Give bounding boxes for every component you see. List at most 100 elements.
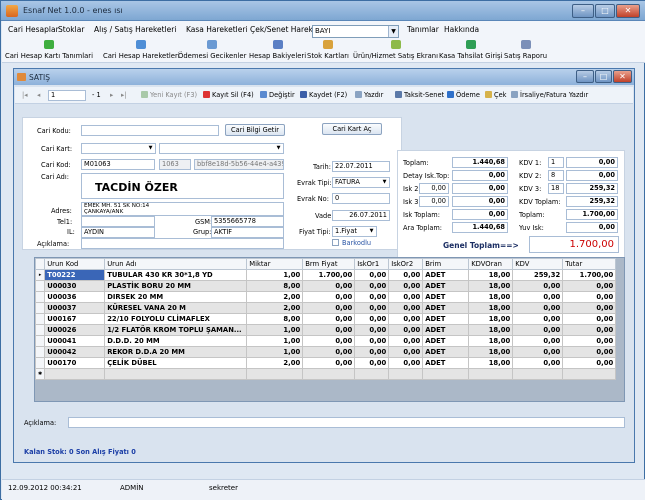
grid-cell[interactable]: 8,00 (246, 313, 304, 325)
grid-cell[interactable]: 0,00 (388, 346, 424, 358)
cari-bilgi-getir-button[interactable]: Cari Bilgi Getir (225, 124, 285, 136)
grid-cell[interactable]: 0,00 (302, 357, 356, 369)
grid-cell[interactable]: U00042 (44, 346, 106, 358)
grid-cell[interactable]: 0,00 (388, 313, 424, 325)
grid-cell[interactable]: 1,00 (246, 324, 304, 336)
menu-tanimlar[interactable]: Tanımlar (407, 25, 439, 34)
grid-header-10[interactable]: Tutar (562, 258, 617, 270)
grid-header-3[interactable]: Miktar (246, 258, 304, 270)
odeme-button[interactable]: Ödeme (447, 91, 480, 99)
table-row[interactable]: U00026 1/2 FLATÖR KROM TOPLU ŞAMAN... 1,00… (34, 324, 617, 336)
grid-cell[interactable]: U00026 (44, 324, 106, 336)
adres-field[interactable]: EMEK MH. 51 SK NO:14 ÇANKAYA/ANK (81, 202, 284, 216)
grid-cell[interactable]: 0,00 (354, 291, 390, 303)
grid-cell[interactable]: 1,00 (246, 335, 304, 347)
grid-cell[interactable] (512, 368, 564, 380)
grid-cell[interactable]: 1/2 FLATÖR KROM TOPLU ŞAMAN... (104, 324, 248, 336)
grid-cell[interactable]: ADET (422, 357, 470, 369)
yazdir-button[interactable]: Yazdır (355, 91, 383, 99)
gsm-field[interactable]: 5355665778 (211, 216, 284, 227)
grid-header-8[interactable]: KDVOran (468, 258, 514, 270)
tb-hesap-bakiyeleri[interactable]: Hesap Bakiyeleri (249, 40, 306, 60)
grid-cell[interactable]: 0,00 (354, 346, 390, 358)
grid-header-0[interactable] (34, 258, 46, 270)
irsaliye-button[interactable]: İrsaliye/Fatura Yazdır (511, 91, 588, 99)
satis-close-button[interactable]: ✕ (613, 70, 632, 83)
grid-cell[interactable]: 2,00 (246, 291, 304, 303)
tb-odemesi-gecikenler[interactable]: Ödemesi Gecikenler (178, 40, 246, 60)
grid-cell[interactable]: 0,00 (562, 291, 617, 303)
grid-cell[interactable]: 0,00 (302, 346, 356, 358)
cari-kodu-input[interactable] (81, 125, 219, 136)
tb-stok-kartlari[interactable]: Stok Kartları (307, 40, 349, 60)
grid-cell[interactable]: 0,00 (354, 280, 390, 292)
grid-cell[interactable] (388, 368, 424, 380)
barkodlu-checkbox[interactable] (332, 239, 339, 246)
kdv2-pct-field[interactable]: 8 (548, 170, 564, 181)
fiyat-tipi-select[interactable]: 1.Fiyat ▼ (332, 226, 377, 237)
grid-cell[interactable]: 18,00 (468, 357, 514, 369)
grid-cell[interactable]: 0,00 (388, 280, 424, 292)
grid-cell[interactable]: DIRSEK 20 MM (104, 291, 248, 303)
aciklama2-field[interactable] (68, 417, 625, 428)
grid-cell[interactable]: 0,00 (512, 313, 564, 325)
kayit-sil-button[interactable]: Kayıt Sil (F4) (203, 91, 254, 99)
grid-cell[interactable]: 1,00 (246, 346, 304, 358)
grid-cell[interactable]: 0,00 (354, 302, 390, 314)
last-record-button[interactable]: ▸| (121, 91, 127, 99)
grid-cell[interactable]: ADET (422, 269, 470, 281)
menu-hakkinda[interactable]: Hakkında (444, 25, 479, 34)
grid-cell[interactable] (468, 368, 514, 380)
grid-cell[interactable]: 0,00 (302, 335, 356, 347)
table-row[interactable]: U00036 DIRSEK 20 MM 2,00 0,00 0,00 0,00 ADET 18… (34, 291, 617, 303)
grid-cell[interactable]: 259,32 (512, 269, 564, 281)
grid-cell[interactable]: 18,00 (468, 291, 514, 303)
kdv1-pct-field[interactable]: 1 (548, 157, 564, 168)
grid-cell[interactable]: U00170 (44, 357, 106, 369)
table-row[interactable]: ▸ T00222 TUBULAR 430 KR 30*1,8 YD 1,00 1.700… (34, 269, 617, 281)
grid-header-5[interactable]: IskOr1 (354, 258, 390, 270)
tb-satis-raporu[interactable]: Satış Raporu (504, 40, 547, 60)
grid-cell[interactable]: 0,00 (512, 291, 564, 303)
grid-cell[interactable]: ADET (422, 291, 470, 303)
grid-cell[interactable] (422, 368, 470, 380)
grid-cell[interactable]: 2,00 (246, 302, 304, 314)
grid-cell[interactable]: ÇELİK DÜBEL (104, 357, 248, 369)
grid-cell[interactable]: 0,00 (562, 280, 617, 292)
cari-kart-select-2[interactable]: ▼ (159, 143, 284, 154)
table-row[interactable]: U00030 PLASTİK BORU 20 MM 8,00 0,00 0,00 0,00… (34, 280, 617, 292)
table-row[interactable]: U00041 D.D.D. 20 MM 1,00 0,00 0,00 0,00 ADET 18… (34, 335, 617, 347)
tarih-field[interactable]: 22.07.2011 (332, 161, 390, 172)
grid-cell[interactable]: U00037 (44, 302, 106, 314)
table-row[interactable]: U00167 22/10 FOLYOLU CLİMAFLEX 8,00 0,00 0,0… (34, 313, 617, 325)
grid-cell[interactable]: U00041 (44, 335, 106, 347)
grid-cell[interactable]: 0,00 (388, 291, 424, 303)
kaydet-button[interactable]: Kaydet (F2) (300, 91, 347, 99)
menu-kasa[interactable]: Kasa Hareketleri (186, 25, 248, 34)
grid-cell[interactable]: 0,00 (302, 291, 356, 303)
grid-cell[interactable] (104, 368, 248, 380)
grid-cell[interactable]: 0,00 (562, 324, 617, 336)
grid-cell[interactable]: 0,00 (512, 280, 564, 292)
close-button[interactable]: ✕ (616, 4, 640, 18)
grid-cell[interactable]: 0,00 (562, 313, 617, 325)
il-field[interactable]: AYDIN (81, 227, 155, 238)
grid-cell[interactable]: TUBULAR 430 KR 30*1,8 YD (104, 269, 248, 281)
grid-header-9[interactable]: KDV (512, 258, 564, 270)
grid-cell[interactable] (562, 368, 617, 380)
table-row[interactable]: ✱ (34, 368, 617, 380)
grid-cell[interactable]: 2,00 (246, 357, 304, 369)
grid-header-1[interactable]: Urun Kod (44, 258, 106, 270)
table-row[interactable]: U00042 REKOR D.D.A 20 MM 1,00 0,00 0,00 0,00 A… (34, 346, 617, 358)
grid-cell[interactable] (44, 368, 106, 380)
grid-cell[interactable]: 0,00 (302, 313, 356, 325)
first-record-button[interactable]: |◂ (22, 91, 28, 99)
grid-cell[interactable]: 0,00 (388, 269, 424, 281)
grid-cell[interactable]: 1.700,00 (562, 269, 617, 281)
grid-cell[interactable]: U00030 (44, 280, 106, 292)
grid-cell[interactable]: 0,00 (302, 302, 356, 314)
cek-button[interactable]: Çek (485, 91, 506, 99)
aciklama-field[interactable] (81, 238, 284, 249)
grid-cell[interactable]: 0,00 (302, 280, 356, 292)
grid-header-2[interactable]: Urun Adı (104, 258, 248, 270)
